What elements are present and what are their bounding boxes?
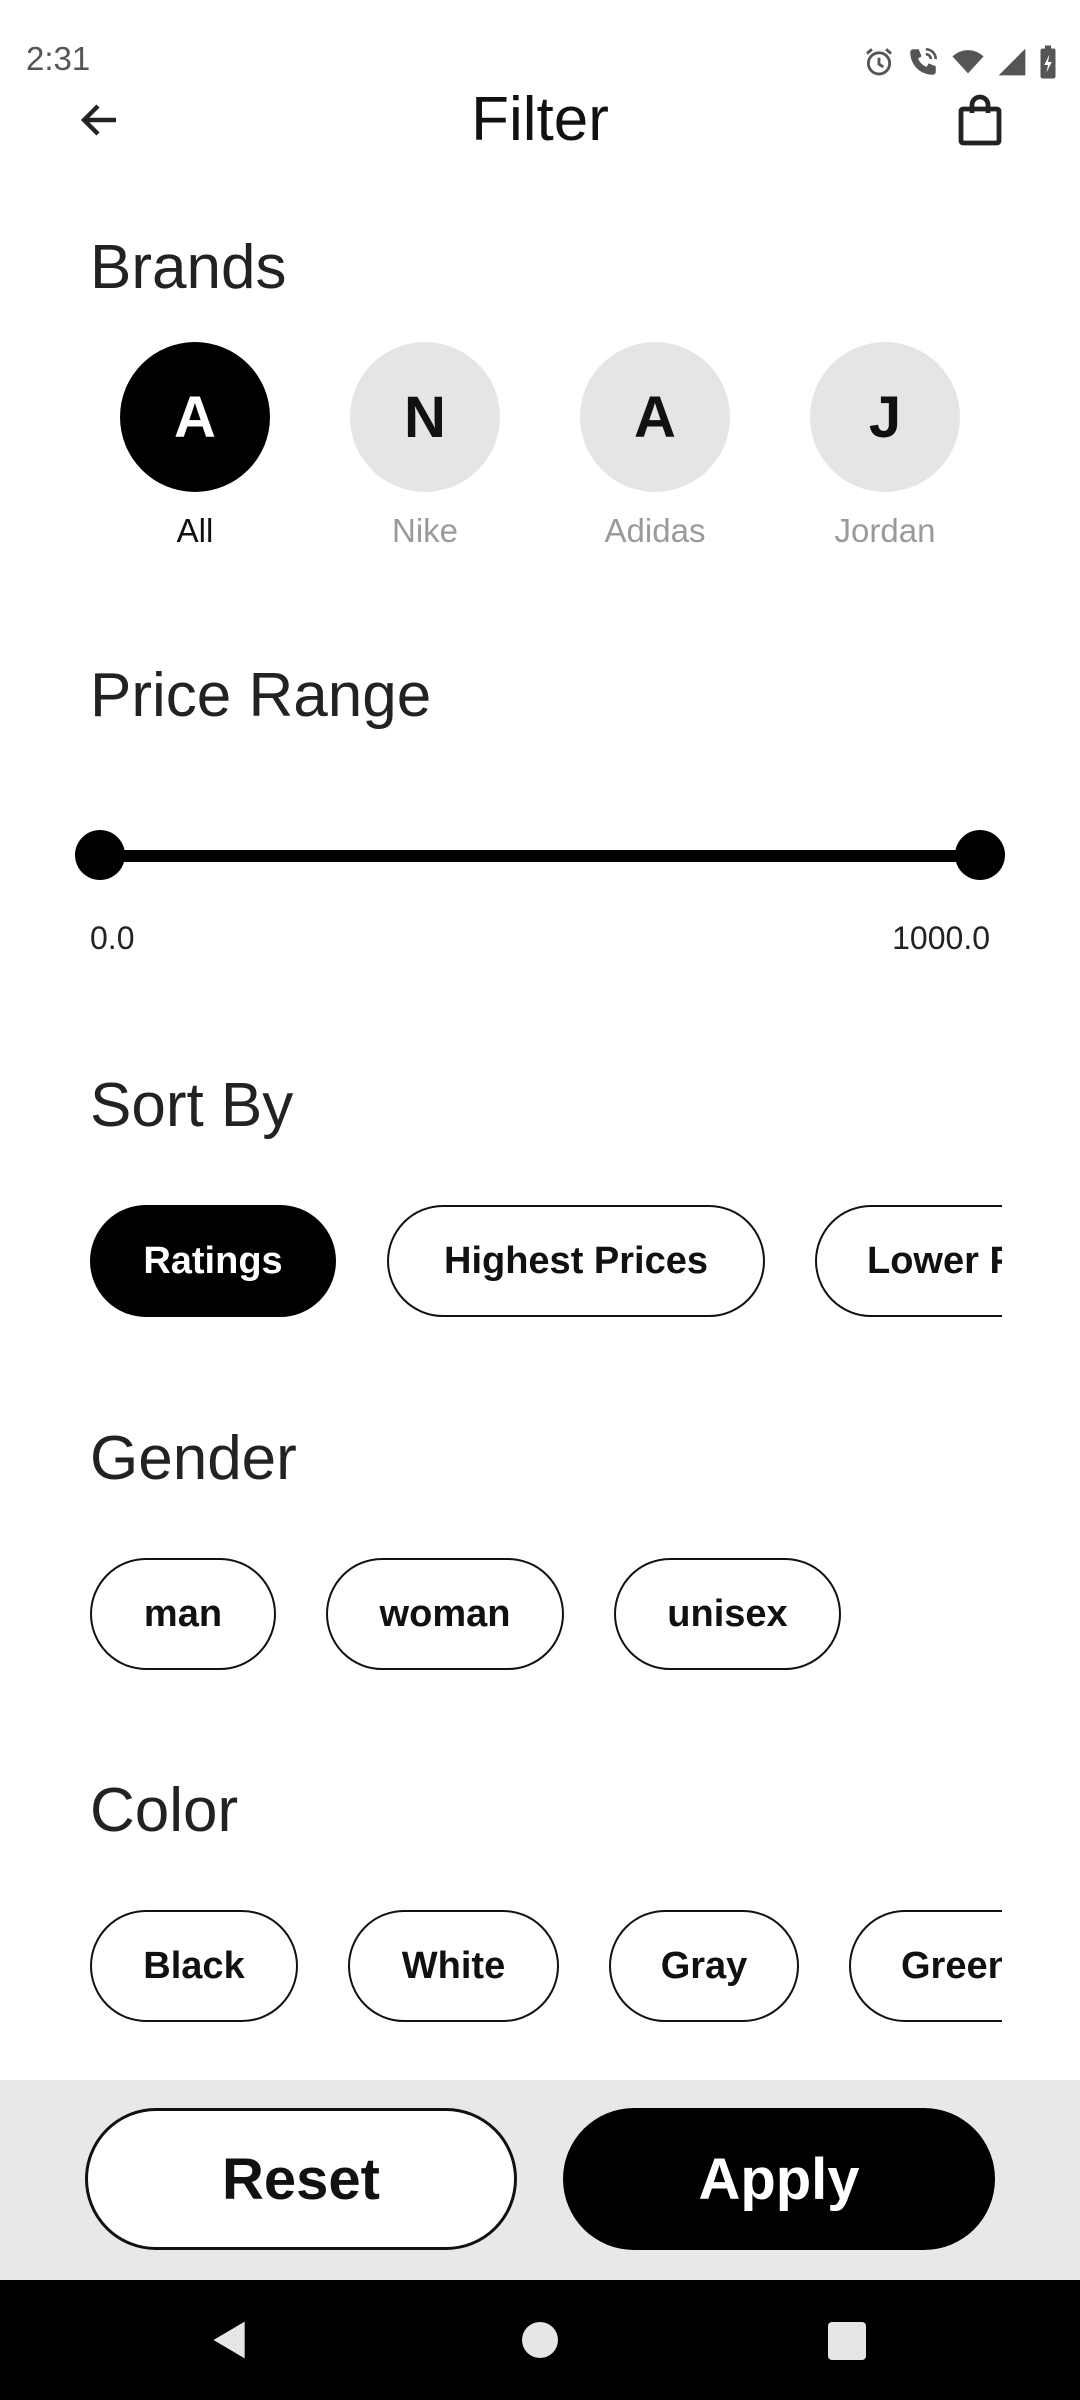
nav-home-icon[interactable] xyxy=(522,2322,558,2358)
slider-track xyxy=(99,850,981,862)
sort-options: Ratings Highest Prices Lower Prices xyxy=(90,1205,1002,1317)
sort-option-highest-prices[interactable]: Highest Prices xyxy=(387,1205,765,1317)
brand-label: All xyxy=(176,512,214,549)
slider-max-handle[interactable] xyxy=(955,830,1005,880)
status-icons xyxy=(862,44,1058,80)
status-time: 2:31 xyxy=(26,40,91,77)
price-max-label: 1000.0 xyxy=(892,920,990,956)
color-title: Color xyxy=(90,1776,239,1845)
wifi-calling-icon xyxy=(910,47,938,75)
brand-label: Nike xyxy=(391,512,459,549)
brands-title: Brands xyxy=(90,233,287,302)
brand-label: Adidas xyxy=(604,512,706,549)
nav-recents-icon[interactable] xyxy=(828,2322,866,2360)
app-bar: Filter xyxy=(0,80,1080,160)
cell-signal-icon xyxy=(998,48,1026,76)
gender-options: man woman unisex xyxy=(90,1558,1002,1670)
brand-jordan[interactable]: J Jordan xyxy=(810,342,960,550)
price-min-label: 0.0 xyxy=(90,920,135,956)
page-title: Filter xyxy=(471,85,609,154)
color-option-white[interactable]: White xyxy=(348,1910,559,2022)
brand-avatar: A xyxy=(580,342,730,492)
brand-label: Jordan xyxy=(834,512,936,549)
nav-back-icon[interactable] xyxy=(208,2318,252,2362)
action-bar: Reset Apply xyxy=(0,2080,1080,2280)
gender-title: Gender xyxy=(90,1424,297,1493)
gender-option-woman[interactable]: woman xyxy=(326,1558,564,1670)
color-option-black[interactable]: Black xyxy=(90,1910,298,2022)
shopping-bag-icon xyxy=(958,94,1002,146)
brand-avatar: J xyxy=(810,342,960,492)
color-option-gray[interactable]: Gray xyxy=(609,1910,799,2022)
brand-nike[interactable]: N Nike xyxy=(350,342,500,550)
reset-button[interactable]: Reset xyxy=(85,2108,517,2250)
slider-min-handle[interactable] xyxy=(75,830,125,880)
system-nav-bar xyxy=(0,2280,1080,2400)
sort-option-ratings[interactable]: Ratings xyxy=(90,1205,336,1317)
battery-charging-icon xyxy=(1040,45,1056,79)
brand-avatar: A xyxy=(120,342,270,492)
sort-by-title: Sort By xyxy=(90,1071,294,1140)
gender-option-man[interactable]: man xyxy=(90,1558,276,1670)
gender-option-unisex[interactable]: unisex xyxy=(614,1558,841,1670)
wifi-icon xyxy=(952,50,984,74)
color-options: Black White Gray Green xyxy=(90,1910,1002,2022)
brands-list: A All N Nike A Adidas J Jordan xyxy=(90,342,990,562)
brand-adidas[interactable]: A Adidas xyxy=(580,342,730,550)
brand-avatar: N xyxy=(350,342,500,492)
alarm-icon xyxy=(866,48,892,76)
sort-option-lower-prices[interactable]: Lower Prices xyxy=(815,1205,1002,1317)
color-option-green[interactable]: Green xyxy=(849,1910,1002,2022)
apply-button[interactable]: Apply xyxy=(563,2108,995,2250)
brand-all[interactable]: A All xyxy=(120,342,270,550)
price-range-slider[interactable] xyxy=(75,830,1005,880)
shopping-bag-button[interactable] xyxy=(950,88,1010,152)
price-range-title: Price Range xyxy=(90,661,432,730)
